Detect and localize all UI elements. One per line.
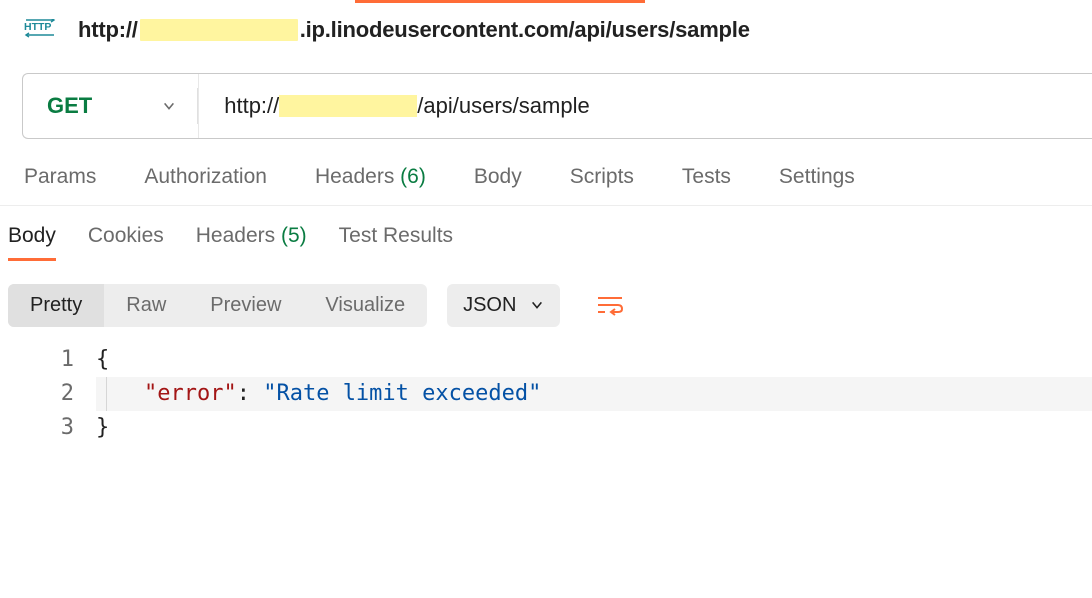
line-number: 3 [0,411,74,445]
tab-headers-count: (6) [400,165,426,188]
title-suffix: .ip.linodeusercontent.com/api/users/samp… [300,17,750,43]
brace: } [96,415,109,440]
tab-scripts[interactable]: Scripts [570,165,634,189]
url-input[interactable]: http:// /api/users/sample [199,74,1092,138]
chevron-down-icon [162,99,176,113]
colon: : [237,381,264,406]
code-line: } [96,411,1092,445]
response-body-code: 1 2 3 { "error": "Rate limit exceeded" } [0,337,1092,445]
redacted-host [140,19,298,41]
code-line: "error": "Rate limit exceeded" [96,377,1092,411]
response-tab-headers-label: Headers [196,224,275,247]
mode-pretty[interactable]: Pretty [8,284,104,327]
response-tab-headers-count: (5) [281,224,307,247]
http-icon: HTTP [24,17,60,43]
wrap-lines-button[interactable] [584,283,636,327]
request-tabs: Params Authorization Headers (6) Body Sc… [0,139,1092,206]
url-suffix: /api/users/sample [417,93,589,119]
code-line: { [96,343,1092,377]
tab-headers[interactable]: Headers (6) [315,165,426,189]
redacted-url-host [279,95,417,117]
svg-text:HTTP: HTTP [24,21,51,33]
title-prefix: http:// [78,17,138,43]
chevron-down-icon [530,298,544,312]
view-mode-group: Pretty Raw Preview Visualize [8,284,427,327]
mode-preview[interactable]: Preview [188,284,303,327]
request-title-row: HTTP http:// .ip.linodeusercontent.com/a… [0,3,1092,43]
line-gutter: 1 2 3 [0,343,96,445]
response-tab-body[interactable]: Body [8,224,56,261]
brace: { [96,347,109,372]
method-label: GET [47,93,92,119]
tab-body[interactable]: Body [474,165,522,189]
json-string: "Rate limit exceeded" [263,381,541,406]
tab-headers-label: Headers [315,165,394,188]
tab-authorization[interactable]: Authorization [144,165,267,189]
format-dropdown[interactable]: JSON [447,284,560,327]
mode-visualize[interactable]: Visualize [303,284,427,327]
tab-params[interactable]: Params [24,165,96,189]
request-row: GET http:// /api/users/sample [22,73,1092,139]
method-dropdown[interactable]: GET [23,74,199,138]
line-number: 2 [0,377,74,411]
response-tab-cookies[interactable]: Cookies [88,224,164,261]
view-modes-row: Pretty Raw Preview Visualize JSON [0,273,1092,337]
tab-settings[interactable]: Settings [779,165,855,189]
response-tab-test-results[interactable]: Test Results [339,224,453,261]
line-number: 1 [0,343,74,377]
json-key: "error" [144,381,237,406]
url-prefix: http:// [224,93,279,119]
response-tab-headers[interactable]: Headers (5) [196,224,307,261]
code-lines[interactable]: { "error": "Rate limit exceeded" } [96,343,1092,445]
request-title: http:// .ip.linodeusercontent.com/api/us… [78,17,750,43]
format-label: JSON [463,294,516,317]
response-tabs: Body Cookies Headers (5) Test Results [0,206,1092,273]
wrap-icon [596,294,624,316]
mode-raw[interactable]: Raw [104,284,188,327]
tab-tests[interactable]: Tests [682,165,731,189]
